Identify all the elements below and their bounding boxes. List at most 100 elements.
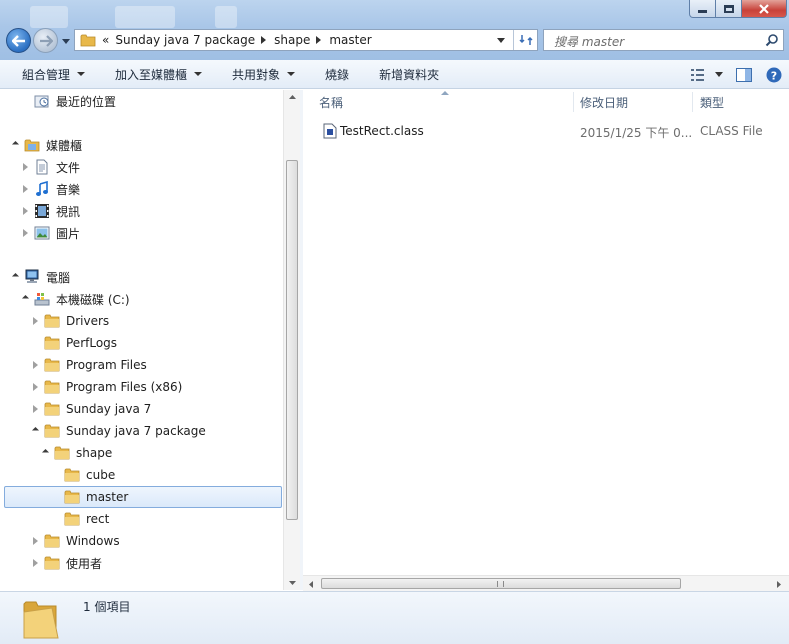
scroll-thumb[interactable]: [286, 160, 298, 520]
tree-item-cube[interactable]: cube: [50, 464, 280, 486]
navigation-scrollbar[interactable]: [283, 90, 300, 590]
tree-label: 電腦: [46, 270, 71, 285]
tree-collapsed-icon[interactable]: [30, 360, 40, 370]
column-header-modified[interactable]: 修改日期: [580, 90, 690, 114]
address-bar[interactable]: « Sunday java 7 package shape master: [74, 29, 538, 51]
tree-collapsed-icon[interactable]: [20, 162, 30, 172]
tree-expanded-icon[interactable]: [10, 140, 20, 150]
share-with-menu[interactable]: 共用對象: [212, 60, 305, 88]
chevron-up-icon: [289, 95, 296, 99]
forward-button[interactable]: [33, 28, 58, 53]
tree-label: rect: [86, 512, 110, 526]
tree-label: Program Files: [66, 358, 147, 372]
svg-text:?: ?: [771, 69, 777, 82]
tree-item-drivers[interactable]: Drivers: [30, 310, 280, 332]
tree-item-documents[interactable]: 文件: [20, 156, 280, 178]
tree-expanded-icon[interactable]: [40, 448, 50, 458]
breadcrumb-item-package[interactable]: Sunday java 7 package: [115, 33, 255, 47]
tree-collapsed-icon[interactable]: [20, 184, 30, 194]
tree-label: master: [86, 490, 129, 504]
organize-menu[interactable]: 組合管理: [0, 60, 95, 88]
tree-expanded-icon[interactable]: [10, 272, 20, 282]
refresh-button[interactable]: [513, 30, 537, 50]
chevron-left-icon: [309, 580, 313, 588]
tree-label: 視訊: [56, 204, 81, 219]
tree-item-videos[interactable]: 視訊: [20, 200, 280, 222]
file-row[interactable]: TestRect.class 2015/1/25 下午 0... CLASS F…: [317, 120, 789, 142]
tree-item-pictures[interactable]: 圖片: [20, 222, 280, 244]
close-button[interactable]: [742, 0, 787, 18]
file-modified: 2015/1/25 下午 0...: [580, 126, 693, 140]
folder-icon: [44, 533, 60, 549]
address-history-button[interactable]: [493, 30, 509, 50]
search-icon[interactable]: [765, 33, 779, 47]
recent-pages-button[interactable]: [60, 34, 72, 48]
tree-item-master[interactable]: master: [4, 486, 282, 508]
refresh-icon: [518, 35, 533, 45]
breadcrumb-item-shape[interactable]: shape: [274, 33, 310, 47]
tree-item-perflogs[interactable]: PerfLogs: [30, 332, 280, 354]
chevron-down-icon: [287, 72, 296, 76]
search-input[interactable]: 搜尋 master: [554, 33, 624, 50]
tree-item-local-disk[interactable]: 本機磁碟 (C:): [20, 288, 280, 310]
maximize-button[interactable]: [716, 0, 742, 18]
tree-item-computer[interactable]: 電腦: [10, 266, 280, 288]
tree-collapsed-icon[interactable]: [30, 558, 40, 568]
tree-item-sunday-java7[interactable]: Sunday java 7: [30, 398, 280, 420]
tree-collapsed-icon[interactable]: [30, 536, 40, 546]
preview-pane-button[interactable]: [729, 64, 759, 86]
tree-collapsed-icon[interactable]: [30, 316, 40, 326]
breadcrumb-chevron-icon[interactable]: [261, 36, 267, 44]
column-divider[interactable]: [692, 92, 693, 112]
tree-item-rect[interactable]: rect: [50, 508, 280, 530]
new-folder-button[interactable]: 新增資料夾: [359, 60, 449, 88]
help-icon: ?: [766, 67, 782, 82]
tree-item-sunday-java7-package[interactable]: Sunday java 7 package: [30, 420, 280, 442]
column-header-name[interactable]: 名稱: [319, 90, 579, 114]
tree-expanded-icon[interactable]: [30, 426, 40, 436]
tree-item-program-files-x86[interactable]: Program Files (x86): [30, 376, 280, 398]
folder-icon: [64, 511, 80, 527]
tree-item-shape[interactable]: shape: [40, 442, 280, 464]
scroll-up-button[interactable]: [284, 90, 301, 104]
tree-expanded-icon[interactable]: [20, 294, 30, 304]
column-divider[interactable]: [573, 92, 574, 112]
breadcrumb-item-master[interactable]: master: [329, 33, 371, 47]
search-box[interactable]: 搜尋 master: [543, 29, 784, 51]
breadcrumb-overflow[interactable]: «: [102, 33, 109, 47]
tree-item-libraries[interactable]: 媒體櫃: [10, 134, 280, 156]
column-type-label: 類型: [700, 95, 725, 110]
tree-collapsed-icon[interactable]: [30, 404, 40, 414]
back-button[interactable]: [6, 28, 31, 53]
tree-label: Drivers: [66, 314, 110, 328]
scroll-left-button[interactable]: [303, 576, 319, 592]
tree-item-windows[interactable]: Windows: [30, 530, 280, 552]
burn-button[interactable]: 燒錄: [305, 60, 359, 88]
folder-icon: [54, 445, 70, 461]
scroll-thumb[interactable]: [321, 578, 681, 589]
scroll-down-button[interactable]: [284, 576, 301, 590]
tree-item-recent[interactable]: 最近的位置: [20, 90, 280, 112]
file-list-horizontal-scrollbar[interactable]: [303, 575, 789, 591]
tree-label: 本機磁碟 (C:): [56, 292, 130, 307]
title-glass-2: [115, 6, 175, 28]
help-button[interactable]: ?: [759, 64, 789, 86]
scroll-right-button[interactable]: [771, 576, 787, 592]
tree-item-music[interactable]: 音樂: [20, 178, 280, 200]
tree-label: cube: [86, 468, 116, 482]
column-header-type[interactable]: 類型: [700, 90, 780, 114]
change-view-button[interactable]: [685, 64, 729, 86]
details-view-icon: [691, 68, 704, 81]
new-folder-label: 新增資料夾: [379, 67, 440, 82]
preview-pane-icon: [736, 67, 752, 82]
tree-item-users[interactable]: 使用者: [30, 552, 280, 574]
tree-item-program-files[interactable]: Program Files: [30, 354, 280, 376]
minimize-button[interactable]: [689, 0, 716, 18]
tree-collapsed-icon[interactable]: [20, 228, 30, 238]
breadcrumb-chevron-icon[interactable]: [316, 36, 322, 44]
tree-collapsed-icon[interactable]: [30, 382, 40, 392]
tree-collapsed-icon[interactable]: [20, 206, 30, 216]
title-glass-3: [215, 6, 237, 28]
include-in-library-menu[interactable]: 加入至媒體櫃: [95, 60, 212, 88]
